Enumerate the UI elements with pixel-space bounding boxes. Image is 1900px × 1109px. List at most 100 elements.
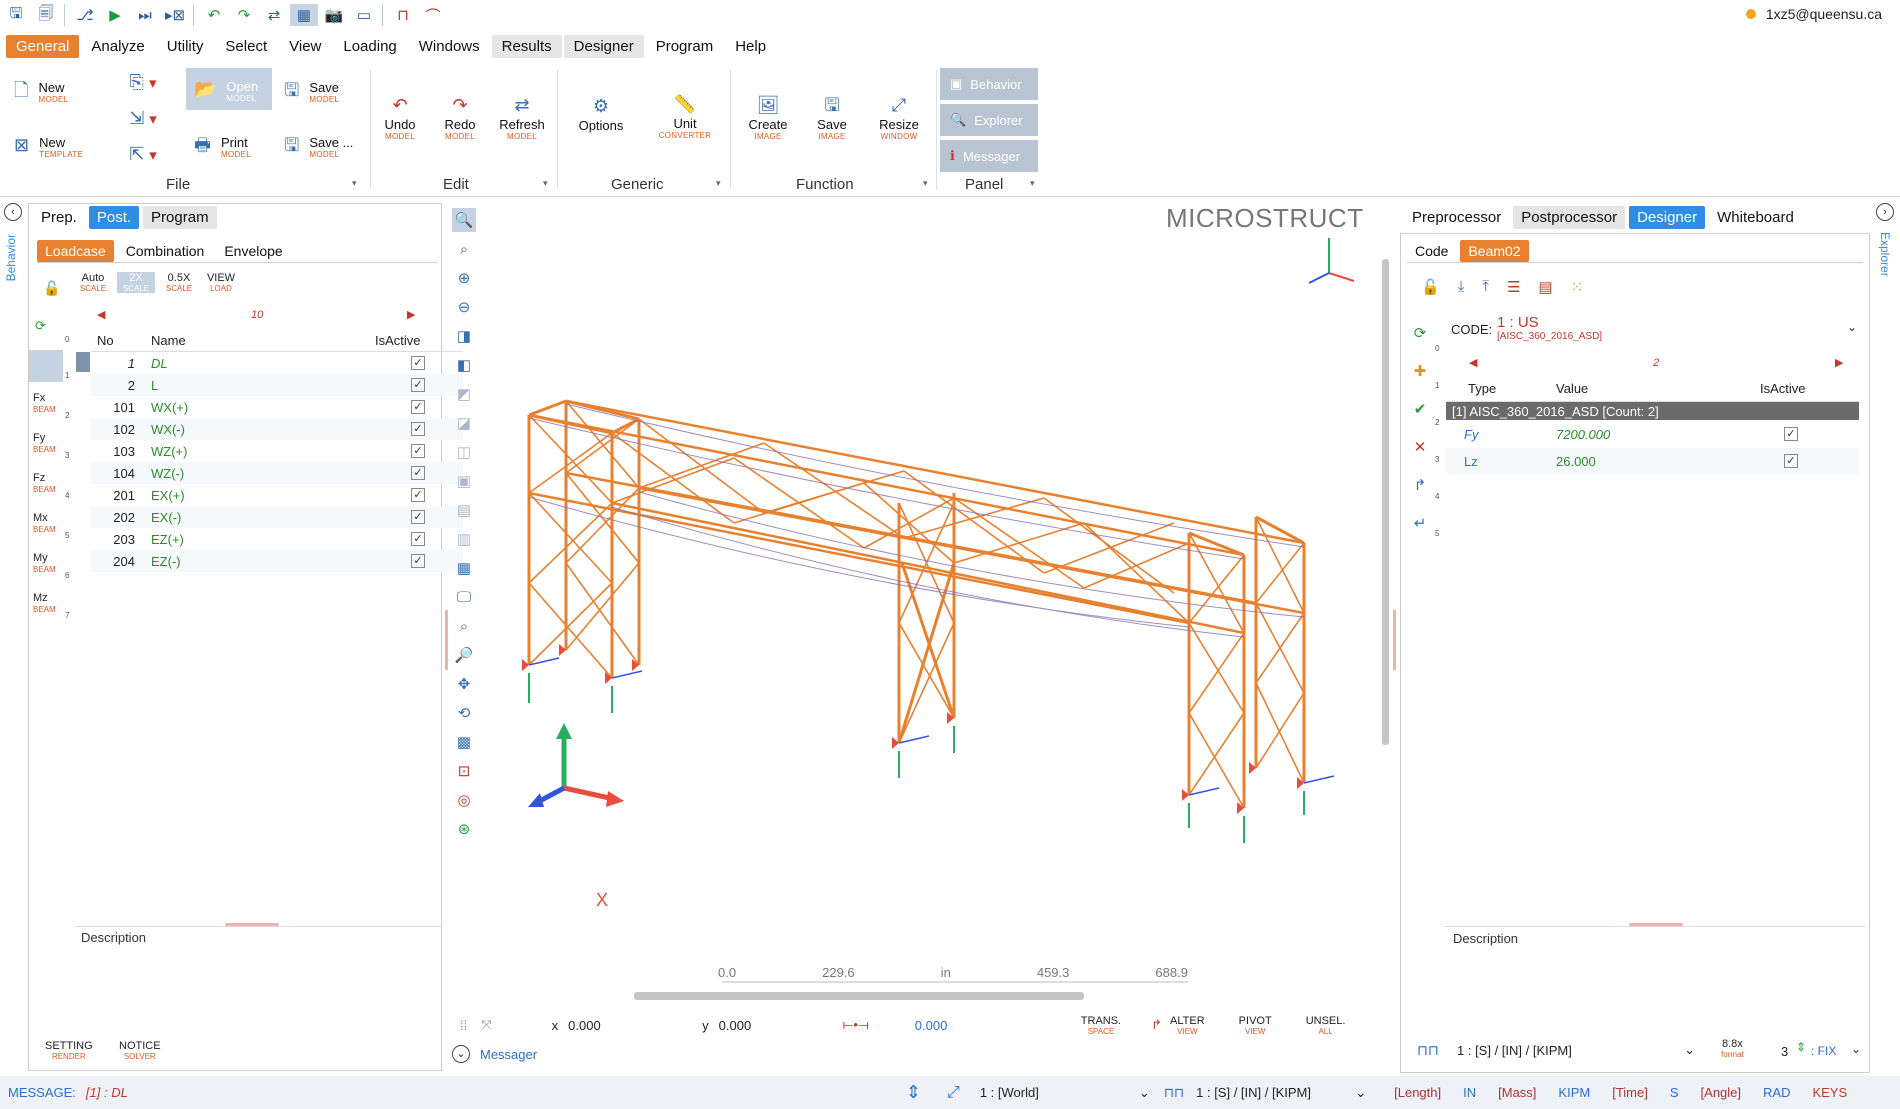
grid-icon[interactable]: ⊡ bbox=[452, 759, 476, 783]
swap-icon[interactable]: ⇄ bbox=[260, 4, 288, 26]
menu-general[interactable]: General bbox=[6, 34, 80, 58]
length-unit[interactable]: IN bbox=[1463, 1085, 1476, 1100]
snap-icon[interactable]: ⁞⁞ bbox=[460, 1018, 467, 1033]
zoom-in-icon[interactable]: ⊕ bbox=[452, 266, 476, 290]
table-row[interactable]: Fy 7200.000 ✓ bbox=[1446, 421, 1859, 447]
alter-view-button[interactable]: ALTER VIEW bbox=[1170, 1015, 1205, 1036]
target-icon[interactable]: ◎ bbox=[452, 788, 476, 812]
component-mz[interactable]: Mz BEAM bbox=[33, 592, 56, 616]
menu-designer[interactable]: Designer bbox=[563, 34, 644, 58]
pivot-view-button[interactable]: PIVOT VIEW bbox=[1239, 1015, 1272, 1036]
zoom-select-icon[interactable]: 🔎 bbox=[452, 643, 476, 667]
refresh-model-button[interactable]: ⇄ Refresh MODEL bbox=[494, 88, 550, 148]
group-expand-icon[interactable]: ▾ bbox=[352, 178, 357, 189]
half-scale-button[interactable]: 0.5X SCALE bbox=[161, 272, 197, 293]
viewport-hscroll[interactable] bbox=[484, 990, 1380, 1002]
tab-prep[interactable]: Prep. bbox=[33, 206, 85, 229]
lock-icon[interactable]: 🔓 bbox=[43, 280, 60, 297]
notice-solver-button[interactable]: NOTICE SOLVER bbox=[119, 1040, 161, 1061]
row-checkbox[interactable]: ✓ bbox=[1784, 427, 1798, 441]
axis-icon[interactable]: ⤢ bbox=[947, 1084, 960, 1102]
flow-icon[interactable]: ⎇ bbox=[71, 4, 99, 26]
refresh-icon[interactable]: ⟳ bbox=[1414, 324, 1427, 342]
view-iso-icon[interactable]: ▥ bbox=[452, 527, 476, 551]
tab-designer[interactable]: Designer bbox=[1629, 206, 1706, 229]
status-unit-select[interactable]: 1 : [S] / [IN] / [KIPM] ⌄ bbox=[1196, 1085, 1366, 1101]
menu-utility[interactable]: Utility bbox=[157, 35, 214, 58]
row-checkbox[interactable]: ✓ bbox=[411, 510, 425, 524]
mass-unit[interactable]: KIPM bbox=[1558, 1085, 1590, 1100]
messager-panel-button[interactable]: ℹ Messager bbox=[940, 140, 1038, 172]
tab-combination[interactable]: Combination bbox=[118, 240, 213, 262]
hscroll-thumb[interactable] bbox=[634, 992, 1084, 1000]
table-row[interactable]: 2 L ✓ bbox=[91, 374, 463, 396]
layout-icon[interactable]: ▦ bbox=[290, 4, 318, 26]
group-expand-icon[interactable]: ▾ bbox=[1030, 178, 1035, 189]
explorer-side-tab[interactable]: Explorer bbox=[1878, 232, 1892, 277]
run-icon[interactable]: ▶ bbox=[101, 4, 129, 26]
table-row[interactable]: 104 WZ(-) ✓ bbox=[91, 462, 463, 484]
explorer-panel-button[interactable]: 🔍 Explorer bbox=[940, 104, 1038, 136]
save-image-button[interactable]: 🖫 Save IMAGE bbox=[806, 88, 858, 148]
redo-icon[interactable]: ↷ bbox=[230, 4, 258, 26]
beam-icon[interactable]: ⊓ bbox=[389, 4, 417, 26]
messager-label[interactable]: Messager bbox=[480, 1047, 537, 1062]
next-frame-icon[interactable]: ▸⊠ bbox=[161, 4, 189, 26]
view-right-icon[interactable]: ◫ bbox=[452, 440, 476, 464]
grid-dots-icon[interactable]: ⁙ bbox=[1571, 278, 1584, 296]
resize-window-button[interactable]: ⤢ Resize WINDOW bbox=[870, 88, 928, 148]
view-front-icon[interactable]: ◧ bbox=[452, 353, 476, 377]
new-model-button[interactable]: 🗋 New MODEL bbox=[14, 70, 94, 110]
row-checkbox[interactable]: ✓ bbox=[1784, 454, 1798, 468]
group-expand-icon[interactable]: ▾ bbox=[716, 178, 721, 189]
tab-envelope[interactable]: Envelope bbox=[216, 240, 290, 262]
table-row[interactable]: 201 EX(+) ✓ bbox=[91, 484, 463, 506]
tab-code[interactable]: Code bbox=[1407, 240, 1456, 262]
lock-icon[interactable]: 🔓 bbox=[1421, 278, 1440, 296]
refresh-icon[interactable]: ⟳ bbox=[35, 318, 46, 334]
options-button[interactable]: ⚙ Options bbox=[570, 90, 632, 140]
row-checkbox[interactable]: ✓ bbox=[411, 532, 425, 546]
table-icon[interactable]: ▤ bbox=[1538, 278, 1552, 296]
window-icon[interactable]: ▭ bbox=[350, 4, 378, 26]
tab-post[interactable]: Post. bbox=[88, 206, 140, 229]
auto-scale-button[interactable]: Auto SCALE bbox=[75, 272, 111, 293]
tab-beam02[interactable]: Beam02 bbox=[1460, 240, 1529, 262]
row-checkbox[interactable]: ✓ bbox=[411, 356, 425, 370]
add-icon[interactable]: ✚ bbox=[1414, 362, 1427, 380]
unit-select[interactable]: 1 : [S] / [IN] / [KIPM] ⌄ bbox=[1457, 1038, 1695, 1062]
zoom-prev-icon[interactable]: ⌕ bbox=[452, 614, 476, 638]
import-dropdown-button[interactable]: ⇲ ▾ bbox=[108, 106, 178, 132]
delete-icon[interactable]: ✕ bbox=[1414, 438, 1427, 456]
chevron-down-icon[interactable]: ⌄ bbox=[1851, 1042, 1861, 1056]
fix-label[interactable]: : FIX bbox=[1811, 1044, 1836, 1058]
menu-loading[interactable]: Loading bbox=[333, 35, 406, 58]
tab-loadcase[interactable]: Loadcase bbox=[37, 240, 114, 262]
unselect-all-button[interactable]: UNSEL. ALL bbox=[1306, 1015, 1346, 1036]
print-model-button[interactable]: 🖶 Print MODEL bbox=[194, 125, 274, 165]
undo-model-button[interactable]: ↶ Undo MODEL bbox=[374, 88, 426, 148]
undo-icon[interactable]: ↶ bbox=[200, 4, 228, 26]
2x-scale-button[interactable]: 2X SCALE bbox=[117, 272, 155, 293]
group-expand-icon[interactable]: ▾ bbox=[543, 178, 548, 189]
digits-field[interactable]: 3 bbox=[1781, 1044, 1788, 1059]
rotate-icon[interactable]: ⟲ bbox=[452, 701, 476, 725]
viewport-vscroll[interactable] bbox=[1380, 203, 1390, 993]
pan-icon[interactable]: ✥ bbox=[452, 672, 476, 696]
table-row[interactable]: 102 WX(-) ✓ bbox=[91, 418, 463, 440]
pager-next-icon[interactable]: ▶ bbox=[407, 308, 415, 321]
distance-field[interactable]: 0.000 bbox=[915, 1018, 1075, 1033]
setting-render-button[interactable]: SETTING RENDER bbox=[45, 1040, 93, 1061]
table-row[interactable]: 101 WX(+) ✓ bbox=[91, 396, 463, 418]
window-view-icon[interactable]: 🖵 bbox=[452, 585, 476, 609]
code-select[interactable]: 1 : US [AISC_360_2016_ASD] ⌄ bbox=[1497, 314, 1863, 348]
check-icon[interactable]: ✔ bbox=[1414, 400, 1427, 418]
pager-prev-icon[interactable]: ◀ bbox=[97, 308, 105, 321]
tab-postprocessor[interactable]: Postprocessor bbox=[1513, 206, 1626, 229]
view-bottom-icon[interactable]: ▤ bbox=[452, 498, 476, 522]
pager-prev-icon[interactable]: ◀ bbox=[1469, 356, 1477, 369]
table-row[interactable]: 202 EX(-) ✓ bbox=[91, 506, 463, 528]
row-checkbox[interactable]: ✓ bbox=[411, 444, 425, 458]
collapse-left-icon[interactable]: ‹ bbox=[4, 203, 22, 221]
row-checkbox[interactable]: ✓ bbox=[411, 554, 425, 568]
